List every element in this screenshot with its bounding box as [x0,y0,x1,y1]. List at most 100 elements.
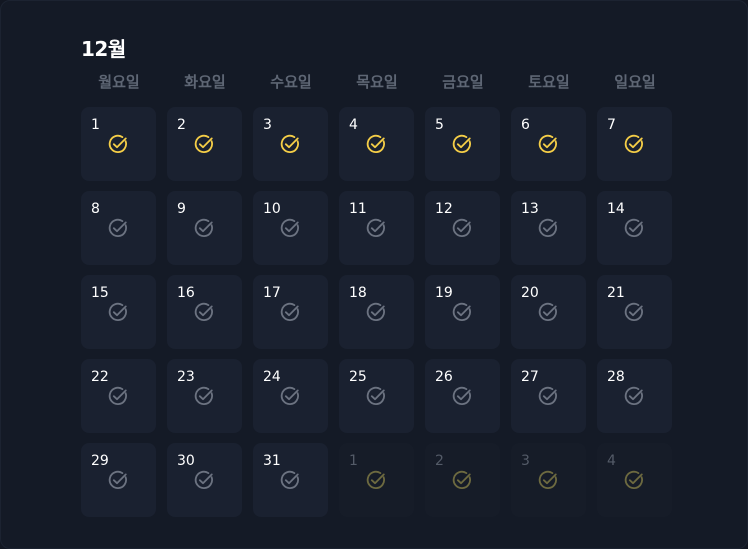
check-circle-icon [538,302,557,322]
check-circle-icon [280,470,299,490]
day-number: 7 [607,117,616,133]
calendar-day-cell[interactable]: 13 [511,191,586,265]
check-circle-icon [194,218,213,238]
day-number: 2 [177,117,186,133]
day-number: 9 [177,201,186,217]
calendar-day-cell-next-month[interactable]: 4 [597,443,672,517]
calendar-day-cell[interactable]: 17 [253,275,328,349]
calendar-day-cell[interactable]: 29 [81,443,156,517]
day-number: 27 [521,369,539,385]
day-number: 31 [263,453,281,469]
day-number: 3 [263,117,272,133]
day-number: 19 [435,285,453,301]
weekday-label: 토요일 [528,73,570,91]
check-circle-icon [366,386,385,406]
check-circle-icon [280,302,299,322]
check-circle-icon [538,386,557,406]
calendar-day-cell[interactable]: 31 [253,443,328,517]
day-number: 2 [435,453,444,469]
day-number: 25 [349,369,367,385]
calendar-day-cell[interactable]: 10 [253,191,328,265]
day-number: 23 [177,369,195,385]
check-circle-icon [452,218,471,238]
calendar-day-cell[interactable]: 27 [511,359,586,433]
calendar-day-cell[interactable]: 23 [167,359,242,433]
day-number: 17 [263,285,281,301]
calendar-day-cell[interactable]: 15 [81,275,156,349]
calendar-day-cell[interactable]: 11 [339,191,414,265]
calendar-day-cell[interactable]: 22 [81,359,156,433]
day-number: 16 [177,285,195,301]
calendar-day-cell[interactable]: 3 [253,107,328,181]
calendar-day-cell[interactable]: 18 [339,275,414,349]
day-number: 30 [177,453,195,469]
day-number: 1 [349,453,358,469]
calendar-day-cell[interactable]: 14 [597,191,672,265]
calendar-day-cell[interactable]: 1 [81,107,156,181]
check-circle-icon [108,386,127,406]
calendar-day-cell-next-month[interactable]: 2 [425,443,500,517]
check-circle-icon [624,302,643,322]
day-number: 8 [91,201,100,217]
weekday-header: 월요일 화요일 수요일 목요일 금요일 토요일 일요일 [81,71,673,95]
calendar-day-cell[interactable]: 30 [167,443,242,517]
check-circle-icon [108,218,127,238]
day-number: 13 [521,201,539,217]
weekday-label: 일요일 [614,73,656,91]
check-circle-icon [108,134,127,154]
day-number: 6 [521,117,530,133]
day-number: 5 [435,117,444,133]
day-number: 11 [349,201,367,217]
check-circle-icon [538,134,557,154]
check-circle-icon [194,302,213,322]
calendar-day-cell[interactable]: 8 [81,191,156,265]
day-number: 4 [607,453,616,469]
month-title: 12월 [81,37,126,61]
check-circle-icon [280,134,299,154]
check-circle-icon [194,386,213,406]
check-circle-icon [366,302,385,322]
calendar-day-cell[interactable]: 6 [511,107,586,181]
calendar-day-cell[interactable]: 19 [425,275,500,349]
check-circle-icon [108,470,127,490]
day-number: 15 [91,285,109,301]
weekday-label: 화요일 [184,73,226,91]
day-number: 4 [349,117,358,133]
weekday-label: 수요일 [270,73,312,91]
day-number: 28 [607,369,625,385]
calendar-day-cell[interactable]: 21 [597,275,672,349]
day-number: 3 [521,453,530,469]
day-number: 24 [263,369,281,385]
calendar-day-cell[interactable]: 20 [511,275,586,349]
check-circle-icon [194,134,213,154]
day-number: 12 [435,201,453,217]
calendar-day-cell[interactable]: 2 [167,107,242,181]
check-circle-icon [452,302,471,322]
check-circle-icon [366,134,385,154]
day-number: 22 [91,369,109,385]
day-number: 18 [349,285,367,301]
calendar-day-cell[interactable]: 5 [425,107,500,181]
check-circle-icon [452,470,471,490]
calendar-day-cell[interactable]: 7 [597,107,672,181]
calendar-day-cell[interactable]: 24 [253,359,328,433]
check-circle-icon [452,386,471,406]
day-number: 14 [607,201,625,217]
check-circle-icon [280,386,299,406]
calendar-day-cell[interactable]: 12 [425,191,500,265]
weekday-label: 목요일 [356,73,398,91]
day-number: 10 [263,201,281,217]
check-circle-icon [538,218,557,238]
day-number: 21 [607,285,625,301]
calendar-day-cell[interactable]: 26 [425,359,500,433]
calendar-day-cell-next-month[interactable]: 1 [339,443,414,517]
check-circle-icon [194,470,213,490]
calendar-day-cell[interactable]: 16 [167,275,242,349]
check-circle-icon [624,218,643,238]
check-circle-icon [624,134,643,154]
calendar-day-cell[interactable]: 25 [339,359,414,433]
calendar-day-cell[interactable]: 4 [339,107,414,181]
calendar-day-cell[interactable]: 9 [167,191,242,265]
calendar-day-cell-next-month[interactable]: 3 [511,443,586,517]
calendar-day-cell[interactable]: 28 [597,359,672,433]
